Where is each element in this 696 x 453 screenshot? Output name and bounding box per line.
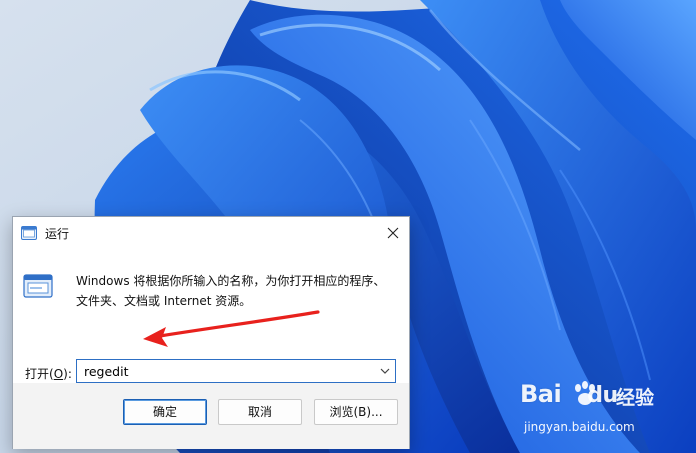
run-app-icon (23, 274, 53, 298)
desktop: 运行 Windows 将根据你所输入的名称，为你打开相应的程序、 文件夹、文档或… (0, 0, 696, 453)
baidu-watermark: Bai du 经验 jingyan.baidu.com (520, 380, 660, 444)
run-dialog: 运行 Windows 将根据你所输入的名称，为你打开相应的程序、 文件夹、文档或… (12, 216, 410, 449)
description-line-1: Windows 将根据你所输入的名称，为你打开相应的程序、 (76, 274, 386, 288)
open-label-accelerator: O (53, 367, 64, 381)
watermark-brand: Bai du (520, 380, 618, 408)
close-icon (387, 227, 399, 239)
open-label-prefix: 打开( (25, 367, 54, 381)
open-label: 打开(O): (25, 365, 72, 382)
close-button[interactable] (377, 217, 409, 249)
open-label-suffix: ): (63, 367, 72, 381)
combobox-dropdown-button[interactable] (375, 360, 395, 382)
ok-button[interactable]: 确定 (123, 399, 207, 425)
cancel-button[interactable]: 取消 (218, 399, 302, 425)
watermark-product: 经验 (616, 387, 655, 409)
titlebar: 运行 (13, 217, 409, 249)
watermark-brand-left: Bai (520, 380, 562, 408)
description-text: Windows 将根据你所输入的名称，为你打开相应的程序、 文件夹、文档或 In… (76, 271, 396, 311)
browse-button[interactable]: 浏览(B)... (314, 399, 398, 425)
description-line-2: 文件夹、文档或 Internet 资源。 (76, 294, 252, 308)
dialog-footer: 确定 取消 浏览(B)... (13, 383, 409, 449)
dialog-body: Windows 将根据你所输入的名称，为你打开相应的程序、 文件夹、文档或 In… (13, 249, 409, 383)
open-combobox[interactable] (76, 359, 396, 383)
paw-icon (575, 381, 595, 405)
run-icon (21, 226, 37, 240)
open-input[interactable] (77, 360, 367, 382)
chevron-down-icon (380, 368, 390, 374)
window-title: 运行 (45, 227, 70, 241)
watermark-url: jingyan.baidu.com (524, 420, 635, 434)
